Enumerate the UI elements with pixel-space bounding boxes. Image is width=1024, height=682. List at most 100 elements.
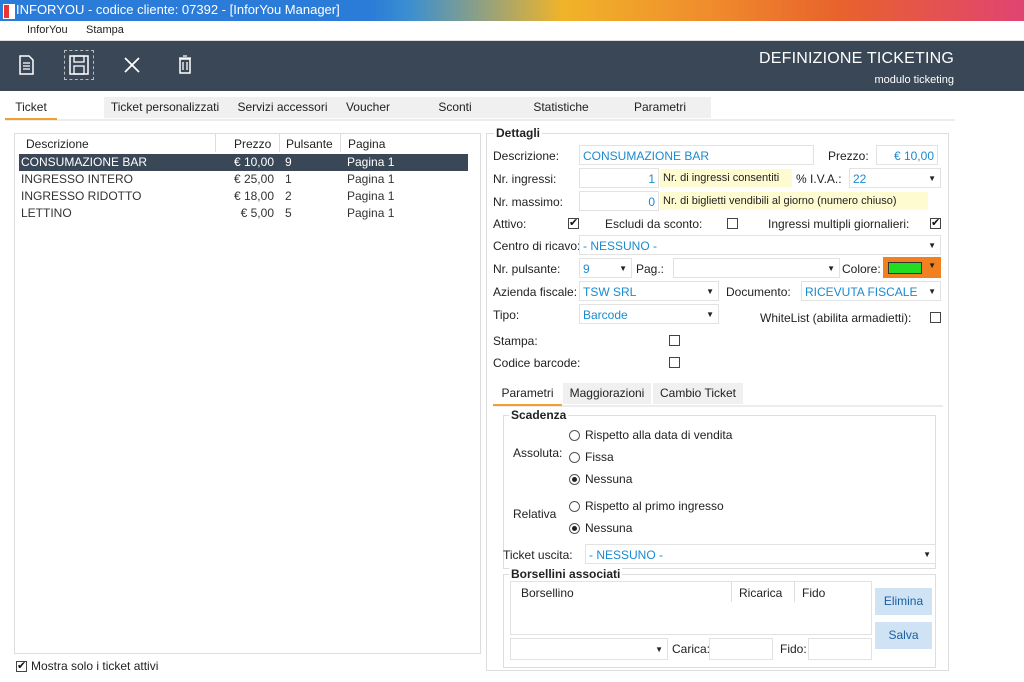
prezzo-label: Prezzo: xyxy=(828,149,869,163)
azienda-label: Azienda fiscale: xyxy=(493,285,578,299)
tab-voucher[interactable]: Voucher xyxy=(339,97,397,118)
assoluta-radio-nessuna[interactable] xyxy=(569,474,580,485)
menu-bar: InforYou Stampa xyxy=(0,21,1024,41)
cell-prezzo: € 5,00 xyxy=(240,206,274,220)
menu-stampa[interactable]: Stampa xyxy=(86,24,124,36)
assoluta-radio-vendita[interactable] xyxy=(569,430,580,441)
relativa-radio-nessuna[interactable] xyxy=(569,523,580,534)
main-tabs: Ticket Ticket personalizzati Servizi acc… xyxy=(5,97,955,121)
cancel-button[interactable] xyxy=(117,50,147,80)
title-bar: INFORYOU - codice cliente: 07392 - [Info… xyxy=(0,0,1024,21)
fido-label: Fido: xyxy=(780,642,807,656)
fido-field[interactable] xyxy=(808,638,872,660)
ticket-uscita-select[interactable]: - NESSUNO - ▼ xyxy=(585,544,936,564)
relativa-label: Relativa xyxy=(513,507,557,521)
nr-ingressi-field[interactable]: 1 xyxy=(579,168,659,188)
nr-massimo-field[interactable]: 0 xyxy=(579,191,659,211)
azienda-value: TSW SRL xyxy=(583,285,637,299)
table-row[interactable]: LETTINO € 5,00 5 Pagina 1 xyxy=(19,205,468,222)
subtab-cambio-ticket[interactable]: Cambio Ticket xyxy=(653,383,743,404)
multipli-label: Ingressi multipli giornalieri: xyxy=(768,217,910,231)
new-document-button[interactable] xyxy=(11,50,41,80)
column-borsellino[interactable]: Borsellino xyxy=(521,586,574,600)
chevron-down-icon: ▼ xyxy=(923,550,931,559)
whitelist-label: WhiteList (abilita armadietti): xyxy=(760,311,912,325)
tab-servizi-accessori[interactable]: Servizi accessori xyxy=(226,97,339,118)
elimina-button[interactable]: Elimina xyxy=(875,588,932,615)
table-row[interactable]: INGRESSO INTERO € 25,00 1 Pagina 1 xyxy=(19,171,468,188)
azienda-select[interactable]: TSW SRL ▼ xyxy=(579,281,719,301)
iva-value: 22 xyxy=(853,172,867,186)
codice-barcode-label: Codice barcode: xyxy=(493,356,581,370)
stampa-checkbox[interactable] xyxy=(669,335,680,346)
cell-prezzo: € 18,00 xyxy=(233,189,274,203)
ticket-uscita-value: - NESSUNO - xyxy=(589,548,664,562)
colore-picker[interactable]: ▼ xyxy=(883,257,941,278)
chevron-down-icon: ▼ xyxy=(706,287,714,296)
tipo-value: Barcode xyxy=(583,308,628,322)
centro-ricavo-select[interactable]: - NESSUNO - ▼ xyxy=(579,235,941,255)
relativa-radio-primo-ingresso[interactable] xyxy=(569,501,580,512)
subtab-maggiorazioni[interactable]: Maggiorazioni xyxy=(563,383,651,404)
save-button[interactable] xyxy=(64,50,94,80)
table-row[interactable]: INGRESSO RIDOTTO € 18,00 2 Pagina 1 xyxy=(19,188,468,205)
whitelist-checkbox[interactable] xyxy=(930,312,941,323)
carica-field[interactable] xyxy=(709,638,773,660)
show-active-label: Mostra solo i ticket attivi xyxy=(31,659,159,673)
borsellino-select[interactable]: ▼ xyxy=(510,638,668,660)
cell-pulsante: 5 xyxy=(285,206,292,220)
chevron-down-icon: ▼ xyxy=(827,264,835,273)
iva-select[interactable]: 22 ▼ xyxy=(849,168,941,188)
prezzo-field[interactable]: € 10,00 xyxy=(876,145,938,165)
chevron-down-icon: ▼ xyxy=(928,287,936,296)
table-row[interactable]: CONSUMAZIONE BAR € 10,00 9 Pagina 1 xyxy=(19,154,468,171)
page-subtitle: modulo ticketing xyxy=(874,74,955,86)
escludi-label: Escludi da sconto: xyxy=(605,217,703,231)
ticket-uscita-label: Ticket uscita: xyxy=(503,548,573,562)
nr-ingressi-hint: Nr. di ingressi consentiti xyxy=(660,169,792,187)
colore-label: Colore: xyxy=(842,262,881,276)
pag-select[interactable]: ▼ xyxy=(673,258,840,278)
tab-parametri[interactable]: Parametri xyxy=(609,97,711,118)
salva-button[interactable]: Salva xyxy=(875,622,932,649)
page-title: DEFINIZIONE TICKETING xyxy=(758,50,954,67)
tab-ticket[interactable]: Ticket xyxy=(5,97,57,120)
multipli-checkbox[interactable]: ✔ xyxy=(930,218,941,229)
column-descrizione[interactable]: Descrizione xyxy=(26,137,89,151)
tab-ticket-personalizzati[interactable]: Ticket personalizzati xyxy=(104,97,226,118)
tab-statistiche[interactable]: Statistiche xyxy=(513,97,609,118)
column-ricarica[interactable]: Ricarica xyxy=(739,586,782,600)
tab-sconti[interactable]: Sconti xyxy=(397,97,513,118)
column-prezzo[interactable]: Prezzo xyxy=(234,137,271,151)
assoluta-option-label: Fissa xyxy=(585,450,614,464)
pag-label: Pag.: xyxy=(636,262,665,276)
assoluta-radio-fissa[interactable] xyxy=(569,452,580,463)
assoluta-option-label: Nessuna xyxy=(585,472,633,486)
menu-inforyou[interactable]: InforYou xyxy=(27,24,68,36)
column-pulsante[interactable]: Pulsante xyxy=(286,137,333,151)
column-pagina[interactable]: Pagina xyxy=(348,137,385,151)
stampa-label: Stampa: xyxy=(493,334,538,348)
chevron-down-icon: ▼ xyxy=(706,310,714,319)
delete-button[interactable] xyxy=(170,50,200,80)
escludi-checkbox[interactable] xyxy=(727,218,738,229)
codice-barcode-checkbox[interactable] xyxy=(669,357,680,368)
borsellini-title: Borsellini associati xyxy=(509,567,623,581)
tipo-select[interactable]: Barcode ▼ xyxy=(579,304,719,324)
descrizione-field[interactable]: CONSUMAZIONE BAR xyxy=(579,145,814,165)
nr-pulsante-select[interactable]: 9 ▼ xyxy=(579,258,632,278)
attivo-label: Attivo: xyxy=(493,217,527,231)
column-fido[interactable]: Fido xyxy=(802,586,825,600)
dettagli-title: Dettagli xyxy=(494,126,543,140)
chevron-down-icon: ▼ xyxy=(619,264,627,273)
trash-icon xyxy=(179,55,191,74)
subtab-parametri[interactable]: Parametri xyxy=(493,383,562,406)
tipo-label: Tipo: xyxy=(493,308,520,322)
attivo-checkbox[interactable]: ✔ xyxy=(568,218,579,229)
color-swatch xyxy=(888,262,922,274)
show-active-checkbox[interactable]: ✔ xyxy=(16,661,27,672)
cell-descrizione: INGRESSO INTERO xyxy=(21,172,134,186)
documento-select[interactable]: RICEVUTA FISCALE ▼ xyxy=(801,281,941,301)
relativa-option-label: Nessuna xyxy=(585,521,633,535)
cell-pagina: Pagina 1 xyxy=(347,206,395,220)
